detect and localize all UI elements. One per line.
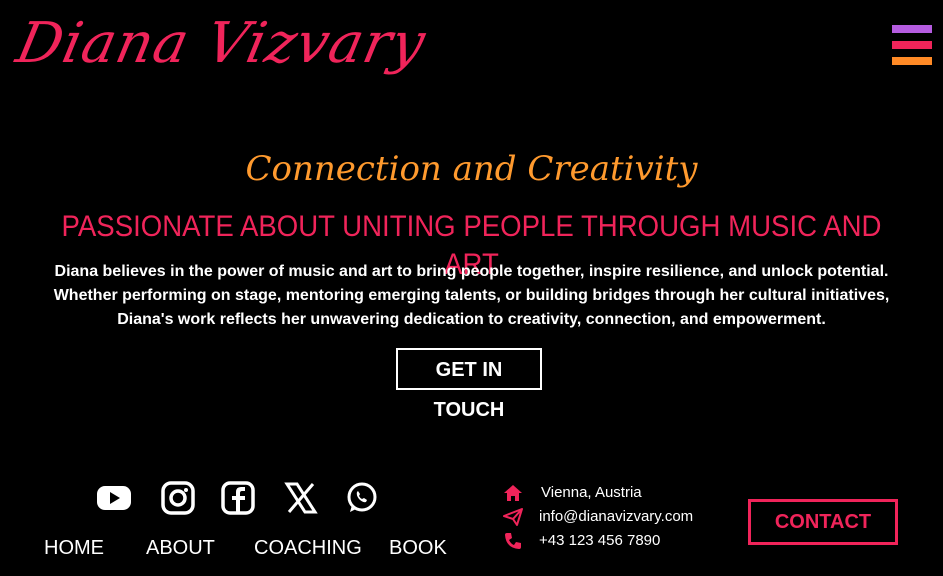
hero-tagline: Connection and Creativity [245,149,698,189]
contact-button[interactable]: CONTACT [748,499,898,545]
location-text: Vienna, Austria [541,484,642,501]
phone-text[interactable]: +43 123 456 7890 [539,530,660,552]
phone-icon [505,533,521,549]
nav-home-link[interactable]: HOME [44,534,104,562]
nav-book-link[interactable]: BOOK [389,534,447,562]
nav-about-link[interactable]: ABOUT [146,534,215,562]
menu-bar-purple [892,25,932,33]
home-icon [504,485,522,501]
whatsapp-icon[interactable] [344,481,380,515]
hero-intro: Diana believes in the power of music and… [53,263,890,328]
email-text[interactable]: info@dianavizvary.com [539,506,693,528]
site-logo[interactable]: Diana Vizvary [10,8,432,80]
youtube-icon[interactable] [96,481,132,515]
paper-plane-icon [503,508,523,526]
nav-coaching-link[interactable]: COACHING [254,534,362,562]
get-in-touch-button[interactable]: GET IN TOUCH [396,348,542,421]
menu-bar-pink [892,41,932,49]
hamburger-menu-icon[interactable] [892,25,932,65]
instagram-icon[interactable] [160,481,196,515]
facebook-icon[interactable] [220,481,256,515]
menu-bar-orange [892,57,932,65]
x-icon[interactable] [283,481,319,515]
